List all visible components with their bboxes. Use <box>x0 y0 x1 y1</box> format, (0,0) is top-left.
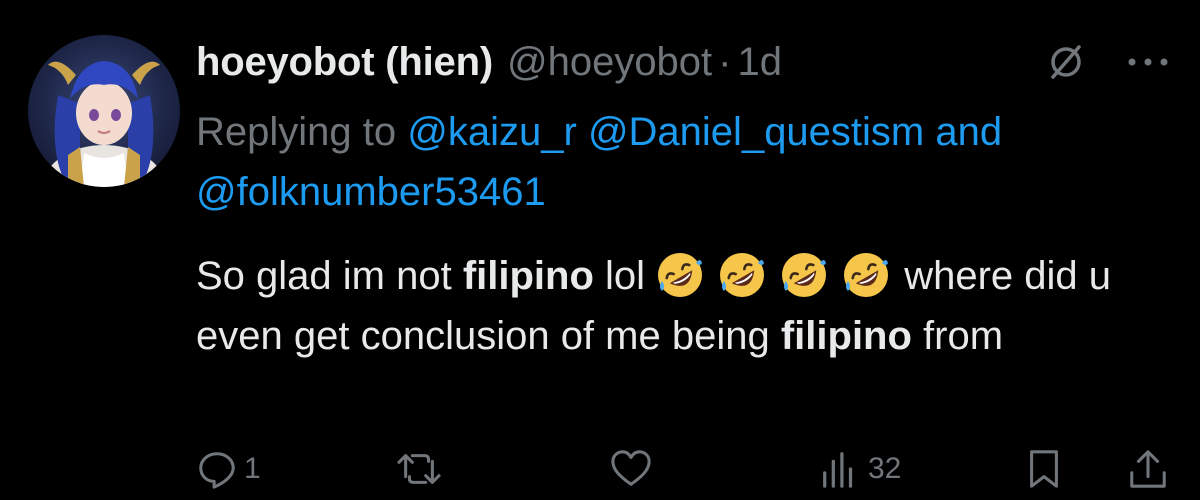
timestamp[interactable]: 1d <box>738 40 783 85</box>
bookmark-button[interactable] <box>1024 446 1064 492</box>
tweet-text: So glad im not filipino lol where did u … <box>196 246 1176 366</box>
user-handle[interactable]: @hoeyobot <box>507 40 712 85</box>
retweet-icon <box>397 454 441 484</box>
like-button[interactable] <box>608 446 660 492</box>
replying-prefix: Replying to <box>196 110 397 154</box>
share-button[interactable] <box>1126 446 1170 492</box>
reply-button[interactable]: 1 <box>196 446 261 492</box>
views-icon <box>823 452 853 488</box>
bold-text: filipino <box>462 254 594 298</box>
tweet: hoeyobot (hien) @hoeyobot · 1d Replying … <box>0 0 1200 500</box>
mention-link[interactable]: @Daniel_questism <box>588 110 924 154</box>
more-icon[interactable] <box>1124 52 1172 72</box>
rolling-laughing-emoji-icon <box>718 251 766 299</box>
retweet-button[interactable] <box>396 446 448 492</box>
bookmark-icon <box>1030 450 1058 488</box>
reply-count: 1 <box>244 452 261 485</box>
emoji-group <box>656 251 904 299</box>
avatar[interactable] <box>28 35 180 187</box>
mention-link[interactable]: @folknumber53461 <box>196 170 546 214</box>
mention-link[interactable]: @kaizu_r <box>407 110 577 154</box>
display-name[interactable]: hoeyobot (hien) <box>196 40 493 85</box>
text-segment: lol <box>605 254 646 298</box>
rolling-laughing-emoji-icon <box>780 251 828 299</box>
grok-icon[interactable] <box>1046 42 1086 82</box>
views-button[interactable]: 32 <box>818 446 901 492</box>
text-segment: So glad im not <box>196 254 452 298</box>
views-count: 32 <box>868 452 902 485</box>
text-segment: from <box>923 314 1004 358</box>
reply-icon <box>199 452 235 489</box>
rolling-laughing-emoji-icon <box>656 251 704 299</box>
replying-to: Replying to @kaizu_r @Daniel_questism an… <box>196 102 1176 222</box>
tweet-header: hoeyobot (hien) @hoeyobot · 1d <box>196 34 782 90</box>
share-icon <box>1130 450 1166 488</box>
like-icon <box>611 450 651 486</box>
mentions-joiner[interactable]: and <box>935 110 1002 154</box>
rolling-laughing-emoji-icon <box>842 251 890 299</box>
bold-text: filipino <box>780 314 912 358</box>
separator-dot: · <box>718 39 732 84</box>
